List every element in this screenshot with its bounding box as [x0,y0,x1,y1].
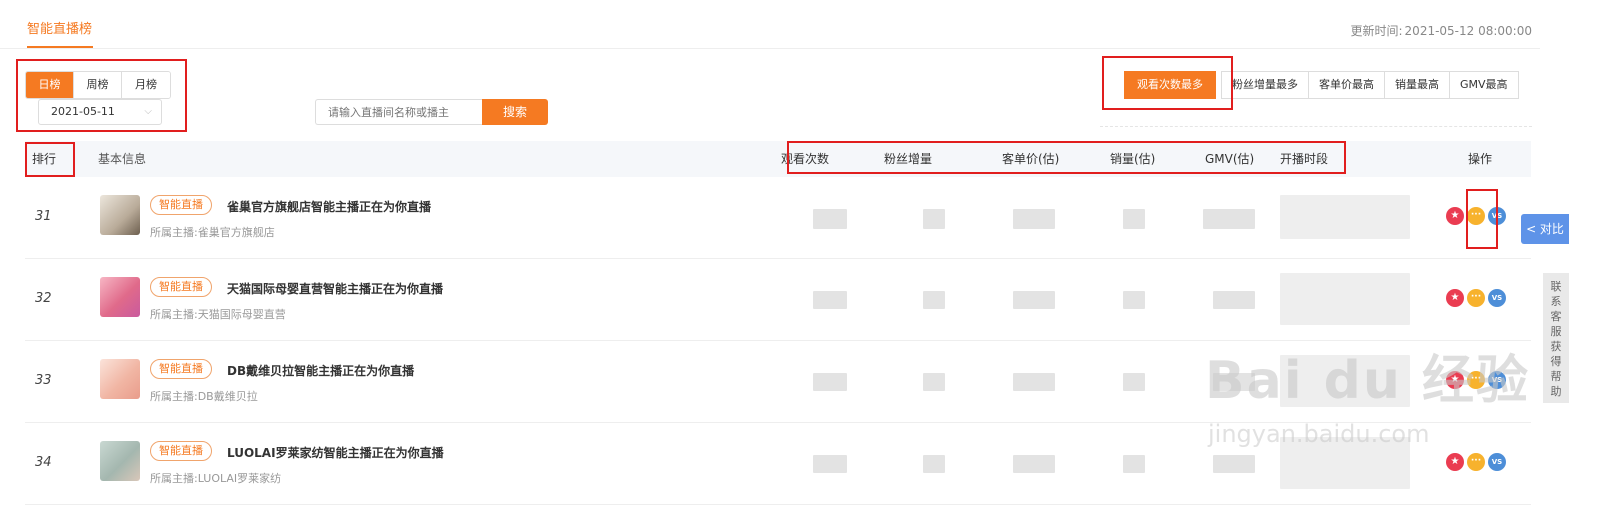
sort-most-fans-button[interactable]: 粉丝增量最多 [1221,71,1309,99]
date-select[interactable]: 2021-05-11 ⌵ [38,99,162,125]
more-icon[interactable]: ··· [1467,453,1485,471]
table-row[interactable]: 33 智能直播 DB戴维贝拉智能主播正在为你直播 所属主播:DB戴维贝拉 ★ ·… [25,341,1531,423]
rank-number: 32 [35,291,52,306]
blurred-live-time [1280,195,1410,239]
more-icon[interactable]: ··· [1467,207,1485,225]
customer-service-button[interactable]: 联系客服获得帮助 [1543,273,1569,403]
more-icon[interactable]: ··· [1467,371,1485,389]
date-value: 2021-05-11 [51,105,115,118]
favorite-icon[interactable]: ★ [1446,289,1464,307]
favorite-icon[interactable]: ★ [1446,207,1464,225]
search-input[interactable] [315,99,483,125]
blurred-views [813,373,847,391]
blurred-unit-price [1013,373,1055,391]
anchor-name: 所属主播:LUOLAI罗莱家纺 [150,472,282,485]
anchor-name: 所属主播:DB戴维贝拉 [150,390,258,403]
live-room-name[interactable]: 雀巢官方旗舰店智能主播正在为你直播 [227,198,431,215]
blurred-views [813,455,847,473]
compare-vs-icon[interactable]: VS [1488,371,1506,389]
blurred-live-time [1280,355,1410,407]
tab-weekly[interactable]: 周榜 [74,72,122,98]
tab-monthly[interactable]: 月榜 [122,72,170,98]
compare-button[interactable]: < 对比 [1521,214,1569,244]
blurred-gmv [1213,455,1255,473]
blurred-gmv [1203,209,1255,229]
tab-smart-live-rank[interactable]: 智能直播榜 [27,18,92,37]
smart-live-badge: 智能直播 [150,441,212,461]
compare-vs-icon[interactable]: VS [1488,453,1506,471]
col-live-time: 开播时段 [1280,152,1329,166]
divider [1100,126,1532,127]
sort-buttons: 观看次数最多 粉丝增量最多 客单价最高 销量最高 GMV最高 [1124,71,1519,99]
sort-highest-gmv-button[interactable]: GMV最高 [1449,71,1519,99]
table-row[interactable]: 32 智能直播 天猫国际母婴直营智能主播正在为你直播 所属主播:天猫国际母婴直营… [25,259,1531,341]
col-sales[interactable]: 销量(估) [1110,141,1155,177]
live-room-name[interactable]: DB戴维贝拉智能主播正在为你直播 [227,362,414,379]
rank-number: 34 [35,455,52,470]
col-actions: 操作 [1468,152,1493,166]
update-time-value: 2021-05-12 08:00:00 [1404,24,1532,38]
live-thumbnail[interactable] [100,195,140,235]
tab-daily[interactable]: 日榜 [26,72,74,98]
col-unit-price[interactable]: 客单价(估) [1002,141,1059,177]
blurred-live-time [1280,437,1410,489]
rank-number: 31 [35,209,52,224]
update-time-label: 更新时间: [1350,24,1403,38]
blurred-fans [923,291,945,309]
anchor-name: 所属主播:雀巢官方旗舰店 [150,226,275,239]
row-actions: ★ ··· VS [1446,207,1506,225]
blurred-unit-price [1013,209,1055,229]
table-row[interactable]: 34 智能直播 LUOLAI罗莱家纺智能主播正在为你直播 所属主播:LUOLAI… [25,423,1531,505]
favorite-icon[interactable]: ★ [1446,453,1464,471]
compare-vs-icon[interactable]: VS [1488,207,1506,225]
chevron-down-icon: ⌵ [144,106,152,117]
update-time: 更新时间: 2021-05-12 08:00:00 [1351,22,1533,39]
blurred-sales [1123,291,1145,309]
anchor-name: 所属主播:天猫国际母婴直营 [150,308,286,321]
more-icon[interactable]: ··· [1467,289,1485,307]
blurred-sales [1123,209,1145,229]
live-thumbnail[interactable] [100,359,140,399]
sort-highest-unit-price-button[interactable]: 客单价最高 [1308,71,1385,99]
blurred-sales [1123,455,1145,473]
blurred-fans [923,455,945,473]
col-rank: 排行 [32,152,57,166]
period-switch: 日榜 周榜 月榜 [25,71,171,99]
blurred-sales [1123,373,1145,391]
blurred-unit-price [1013,291,1055,309]
favorite-icon[interactable]: ★ [1446,371,1464,389]
divider [0,48,1540,49]
col-fans[interactable]: 粉丝增量 [884,141,932,177]
blurred-gmv [1213,373,1255,391]
col-views[interactable]: 观看次数 [781,141,829,177]
col-basic-info: 基本信息 [98,152,147,166]
smart-live-badge: 智能直播 [150,359,212,379]
live-room-name[interactable]: 天猫国际母婴直营智能主播正在为你直播 [227,280,443,297]
search-button[interactable]: 搜索 [482,99,548,125]
row-actions: ★ ··· VS [1446,289,1506,307]
table-header: 排行 基本信息 观看次数 粉丝增量 客单价(估) 销量(估) GMV(估) 开播… [25,141,1531,177]
table-row[interactable]: 31 智能直播 雀巢官方旗舰店智能主播正在为你直播 所属主播:雀巢官方旗舰店 ★… [25,177,1531,259]
sort-highest-sales-button[interactable]: 销量最高 [1384,71,1450,99]
blurred-gmv [1213,291,1255,309]
row-actions: ★ ··· VS [1446,371,1506,389]
row-actions: ★ ··· VS [1446,453,1506,471]
live-room-name[interactable]: LUOLAI罗莱家纺智能主播正在为你直播 [227,444,444,461]
blurred-fans [923,209,945,229]
sort-most-views-button[interactable]: 观看次数最多 [1124,71,1216,99]
smart-live-badge: 智能直播 [150,195,212,215]
blurred-views [813,291,847,309]
col-gmv[interactable]: GMV(估) [1205,141,1254,177]
live-thumbnail[interactable] [100,441,140,481]
rank-number: 33 [35,373,52,388]
blurred-live-time [1280,273,1410,325]
blurred-views [813,209,847,229]
blurred-unit-price [1013,455,1055,473]
smart-live-badge: 智能直播 [150,277,212,297]
live-thumbnail[interactable] [100,277,140,317]
blurred-fans [923,373,945,391]
compare-vs-icon[interactable]: VS [1488,289,1506,307]
page: 智能直播榜 更新时间: 2021-05-12 08:00:00 日榜 周榜 月榜 … [0,0,1600,515]
